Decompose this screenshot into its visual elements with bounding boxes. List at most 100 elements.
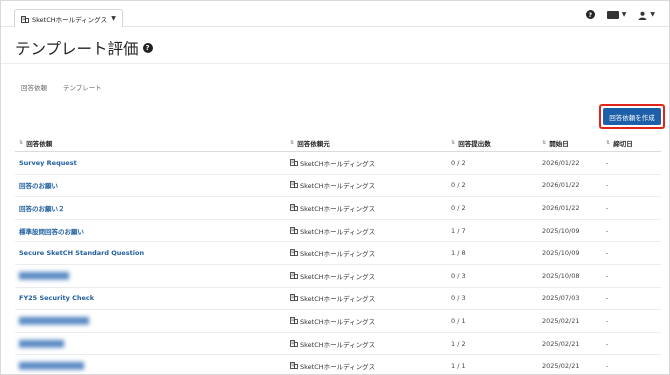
create-request-button[interactable]: 回答依頼を作成 — [603, 108, 661, 125]
requester-name: SketCHホールディングス — [300, 182, 376, 191]
requester-cell: SketCHホールディングス — [290, 203, 447, 213]
table-row[interactable]: 回答のお願い２ SketCHホールディングス 0 / 2 2026/01/22 - — [15, 197, 661, 220]
request-link[interactable]: Secure SketCH Standard Question — [19, 249, 144, 257]
deadline: - — [606, 271, 609, 280]
sort-icon: ⇅ — [542, 139, 547, 146]
requester-name: SketCHホールディングス — [300, 363, 376, 372]
start-date: 2026/01/22 — [542, 181, 580, 190]
table-row[interactable]: █████████ SketCHホールディングス 1 / 2 2025/02/21 - — [15, 333, 661, 356]
org-switcher[interactable]: SketCHホールディングス ▼ — [14, 9, 123, 27]
user-icon — [638, 5, 647, 24]
start-date: 2025/02/21 — [542, 339, 580, 348]
building-icon — [290, 180, 298, 190]
start-date: 2025/10/08 — [542, 271, 580, 280]
start-date: 2026/01/22 — [542, 203, 580, 212]
request-link[interactable]: 標準設問回答のお願い — [19, 228, 84, 236]
requester-name: SketCHホールディングス — [300, 317, 376, 326]
building-icon — [290, 361, 298, 371]
start-date: 2025/10/09 — [542, 226, 580, 235]
building-icon — [290, 339, 298, 349]
submission-count: 0 / 3 — [451, 294, 466, 303]
requester-name: SketCHホールディングス — [300, 272, 376, 281]
requester-cell: SketCHホールディングス — [290, 271, 447, 281]
requester-name: SketCHホールディングス — [300, 159, 376, 168]
chevron-down-icon: ▼ — [621, 11, 627, 18]
request-link[interactable]: ██████████ — [19, 272, 69, 280]
column-header-deadline[interactable]: ⇅ 締切日 — [602, 138, 661, 148]
requester-cell: SketCHホールディングス — [290, 293, 447, 303]
submission-count: 1 / 8 — [451, 249, 466, 258]
start-date: 2026/01/22 — [542, 158, 580, 167]
tab-bar: 回答依頼 テンプレート — [21, 82, 102, 94]
submission-count: 0 / 3 — [451, 271, 466, 280]
chevron-down-icon: ▼ — [650, 11, 655, 18]
sort-icon: ⇅ — [451, 139, 456, 146]
submission-count: 0 / 2 — [451, 203, 466, 212]
requester-cell: SketCHホールディングス — [290, 339, 447, 349]
tab-templates[interactable]: テンプレート — [63, 82, 102, 94]
table-row[interactable]: ██████████████ SketCHホールディングス 0 / 1 2025/02… — [15, 310, 661, 333]
request-link[interactable]: █████████ — [19, 340, 64, 348]
column-header-label: 回答依頼 — [26, 139, 53, 148]
submission-count: 0 / 2 — [451, 181, 466, 190]
table-row[interactable]: ██████████ SketCHホールディングス 0 / 3 2025/10/08 - — [15, 265, 661, 288]
column-header-label: 回答依頼元 — [297, 139, 330, 148]
top-right-controls: ? ▼ ▼ — [585, 5, 655, 24]
column-header-count[interactable]: ⇅ 回答提出数 — [447, 138, 538, 148]
request-link[interactable]: FY25 Security Check — [19, 294, 94, 302]
table-row[interactable]: Survey Request SketCHホールディングス 0 / 2 2026/01… — [15, 152, 661, 175]
sort-icon: ⇅ — [606, 139, 611, 146]
page-title: テンプレート評価 ? — [15, 37, 153, 59]
deadline: - — [606, 226, 609, 235]
column-header-label: 回答提出数 — [458, 139, 491, 148]
requests-table: ⇅ 回答依頼 ⇅ 回答依頼元 ⇅ 回答提出数 ⇅ 開始日 ⇅ 締切日 Surve… — [15, 134, 661, 374]
requester-name: SketCHホールディングス — [300, 295, 376, 304]
submission-count: 1 / 1 — [451, 362, 466, 371]
table-row[interactable]: 標準設問回答のお願い SketCHホールディングス 1 / 7 2025/10/09 - — [15, 220, 661, 243]
chevron-down-icon: ▼ — [111, 15, 116, 22]
app-frame: SketCHホールディングス ▼ ? ▼ ▼ テンプレート評価 ? 回答依頼 テ… — [0, 0, 670, 375]
requester-cell: SketCHホールディングス — [290, 158, 447, 168]
building-icon — [290, 248, 298, 258]
column-header-label: 締切日 — [613, 139, 633, 148]
table-row[interactable]: █████████████ SketCHホールディングス 1 / 1 2025/02/… — [15, 355, 661, 374]
submission-count: 0 / 2 — [451, 158, 466, 167]
help-icon[interactable]: ? — [585, 10, 595, 19]
request-link[interactable]: Survey Request — [19, 159, 77, 167]
requester-cell: SketCHホールディングス — [290, 248, 447, 258]
tab-requests[interactable]: 回答依頼 — [21, 82, 47, 94]
start-date: 2025/07/03 — [542, 294, 580, 303]
table-row[interactable]: FY25 Security Check SketCHホールディングス 0 / 3 20… — [15, 288, 661, 311]
column-header-start[interactable]: ⇅ 開始日 — [538, 138, 602, 148]
start-date: 2025/10/09 — [542, 249, 580, 258]
deadline: - — [606, 158, 609, 167]
request-link[interactable]: ██████████████ — [19, 317, 89, 325]
table-row[interactable]: 回答のお願い SketCHホールディングス 0 / 2 2026/01/22 - — [15, 175, 661, 198]
submission-count: 0 / 1 — [451, 316, 466, 325]
table-body: Survey Request SketCHホールディングス 0 / 2 2026/01… — [15, 152, 661, 374]
language-icon — [606, 10, 619, 19]
start-date: 2025/02/21 — [542, 362, 580, 371]
sort-icon: ⇅ — [290, 139, 295, 146]
request-link[interactable]: █████████████ — [19, 362, 84, 370]
page-title-text: テンプレート評価 — [15, 40, 139, 58]
building-icon — [21, 15, 29, 23]
sort-icon: ⇅ — [19, 139, 24, 146]
column-header-request[interactable]: ⇅ 回答依頼 — [15, 138, 286, 148]
requester-cell: SketCHホールディングス — [290, 180, 447, 190]
table-row[interactable]: Secure SketCH Standard Question SketCHホール… — [15, 242, 661, 265]
building-icon — [290, 203, 298, 213]
request-link[interactable]: 回答のお願い — [19, 182, 58, 190]
column-header-requester[interactable]: ⇅ 回答依頼元 — [286, 138, 447, 148]
request-link[interactable]: 回答のお願い２ — [19, 205, 65, 213]
language-menu[interactable]: ▼ — [606, 10, 627, 19]
requester-name: SketCHホールディングス — [300, 227, 376, 236]
divider — [1, 63, 669, 64]
building-icon — [290, 158, 298, 168]
building-icon — [290, 316, 298, 326]
requester-cell: SketCHホールディングス — [290, 316, 447, 326]
deadline: - — [606, 249, 609, 258]
deadline: - — [606, 181, 609, 190]
user-menu[interactable]: ▼ — [638, 5, 655, 24]
help-icon[interactable]: ? — [142, 43, 153, 53]
